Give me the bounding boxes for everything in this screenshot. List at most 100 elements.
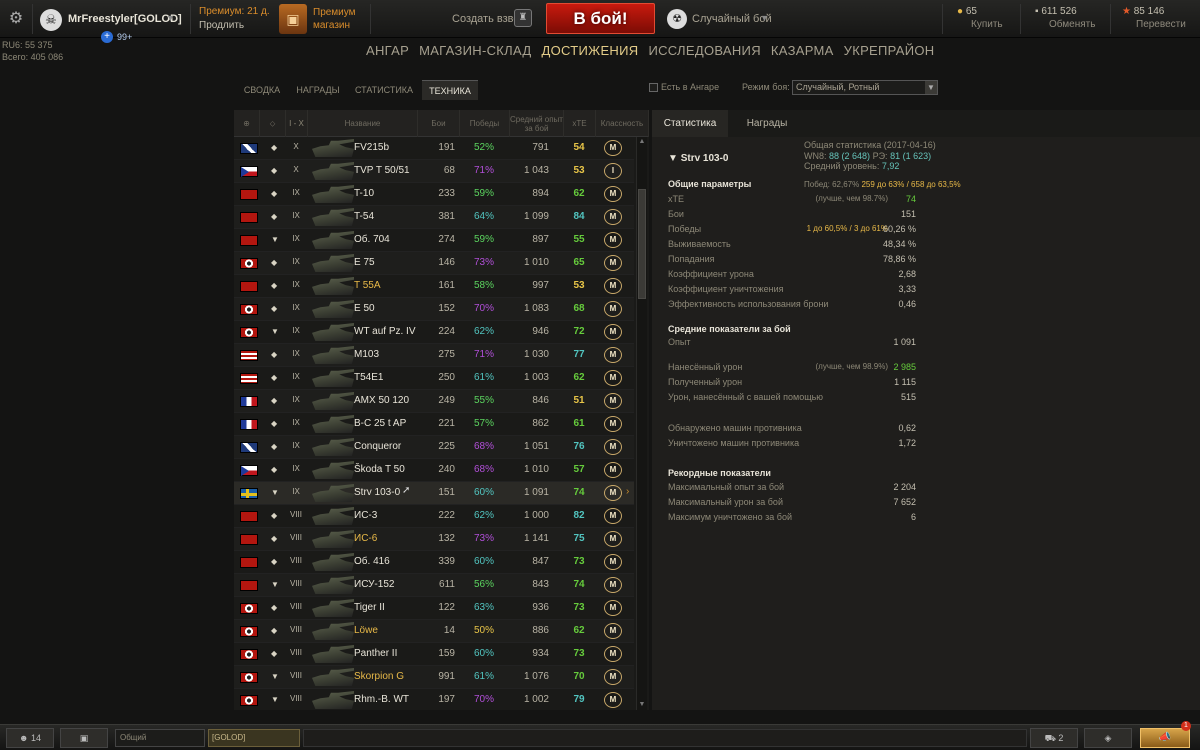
tier-cell: IX bbox=[292, 372, 300, 381]
scrollbar[interactable]: ▲ ▼ bbox=[636, 137, 647, 710]
stat-row: Коэффициент урона 2,68 bbox=[668, 269, 916, 283]
chat-input[interactable] bbox=[303, 729, 1027, 747]
battle-mode-icon[interactable]: ☢ bbox=[667, 9, 687, 29]
platoon-icon[interactable]: ♜ bbox=[514, 9, 532, 27]
contacts-button[interactable]: ▣ bbox=[60, 728, 108, 748]
table-row[interactable]: ▼ IX Об. 704 274 59% 897 55 M bbox=[234, 229, 634, 252]
scroll-up-icon[interactable]: ▲ bbox=[637, 137, 647, 147]
tank-name-cell: TVP T 50/51 bbox=[354, 165, 410, 176]
table-row[interactable]: ▼ IX WT auf Pz. IV 224 62% 946 72 M bbox=[234, 321, 634, 344]
friends-button[interactable]: ☻ 14 bbox=[6, 728, 54, 748]
table-row[interactable]: ◆ VIII ИС-3 222 62% 1 000 82 M bbox=[234, 505, 634, 528]
table-row[interactable]: ◆ IX T54E1 250 61% 1 003 62 M bbox=[234, 367, 634, 390]
tier-cell: IX bbox=[292, 441, 300, 450]
credits-block[interactable]: ▪ 611 526 Обменять bbox=[1035, 5, 1095, 31]
table-row[interactable]: ◆ IX AMX 50 120 249 55% 846 51 M bbox=[234, 390, 634, 413]
battle-button[interactable]: В бой! bbox=[546, 3, 655, 34]
class-sort-icon[interactable]: ⬦ bbox=[260, 110, 286, 137]
table-row[interactable]: ◆ VIII Panther II 159 60% 934 73 M bbox=[234, 643, 634, 666]
table-row[interactable]: ◆ VIII Об. 416 339 60% 847 73 M bbox=[234, 551, 634, 574]
player-name[interactable]: MrFreestyler[GOLOD] bbox=[68, 13, 182, 25]
table-row[interactable]: ◆ VIII Tiger II 122 63% 936 73 M bbox=[234, 597, 634, 620]
table-row[interactable]: ◆ IX M103 275 71% 1 030 77 M bbox=[234, 344, 634, 367]
scroll-thumb[interactable] bbox=[638, 189, 646, 299]
table-row[interactable]: ◆ IX T 55A 161 58% 997 53 M bbox=[234, 275, 634, 298]
tab-detail-awards[interactable]: Награды bbox=[732, 110, 802, 137]
table-row[interactable]: ◆ VIII Löwe 14 50% 886 62 M bbox=[234, 620, 634, 643]
stat-label: Максимальный опыт за бой bbox=[668, 482, 785, 492]
buy-gold-link[interactable]: Купить bbox=[957, 18, 1003, 31]
chevron-down-icon[interactable]: ▼ bbox=[760, 13, 769, 23]
chevron-down-icon[interactable]: ▼ bbox=[166, 13, 175, 23]
table-row[interactable]: ◆ IX E 75 146 73% 1 010 65 M bbox=[234, 252, 634, 275]
tab-summary[interactable]: СВОДКА bbox=[236, 80, 288, 100]
table-row[interactable]: ◆ IX E 50 152 70% 1 083 68 M bbox=[234, 298, 634, 321]
table-row[interactable]: ◆ VIII ИС-6 132 73% 1 141 75 M bbox=[234, 528, 634, 551]
table-row[interactable]: ◆ X FV215b 191 52% 791 54 M bbox=[234, 137, 634, 160]
table-row[interactable]: ◆ IX T-54 381 64% 1 099 84 M bbox=[234, 206, 634, 229]
nav-item-0[interactable]: АНГАР bbox=[366, 43, 409, 58]
nation-sort-icon[interactable]: ⊕ bbox=[234, 110, 260, 137]
wins-header[interactable]: Победы bbox=[460, 110, 510, 137]
xte-cell: 62 bbox=[573, 372, 585, 383]
selected-tank-title[interactable]: ▼ Strv 103-0 bbox=[668, 153, 729, 164]
battles-header[interactable]: Бои bbox=[418, 110, 460, 137]
wins-cell: 61% bbox=[473, 372, 494, 383]
tab-statistics[interactable]: СТАТИСТИКА bbox=[350, 80, 418, 100]
table-row[interactable]: ◆ IX Škoda T 50 240 68% 1 010 57 M bbox=[234, 459, 634, 482]
mastery-header[interactable]: Классность bbox=[596, 110, 649, 137]
nav-item-5[interactable]: УКРЕПРАЙОН bbox=[844, 43, 935, 58]
avg-xp-header[interactable]: Средний опыт за бой bbox=[510, 110, 564, 137]
xte-header[interactable]: xTE bbox=[564, 110, 596, 137]
premium-shop-icon[interactable]: ▣ bbox=[279, 4, 307, 34]
channels-button[interactable]: ◈ bbox=[1084, 728, 1132, 748]
nav-item-4[interactable]: КАЗАРМА bbox=[771, 43, 834, 58]
flag-ussr-icon bbox=[240, 511, 258, 522]
table-row[interactable]: ▼ IX Strv 103-0 151 60% 1 091 74 M › ➚ bbox=[234, 482, 634, 505]
table-row[interactable]: ◆ X TVP T 50/51 68 71% 1 043 53 I bbox=[234, 160, 634, 183]
in-hangar-checkbox[interactable] bbox=[649, 83, 658, 92]
tab-awards[interactable]: НАГРАДЫ bbox=[292, 80, 344, 100]
table-row[interactable]: ◆ IX B-C 25 t AP 221 57% 862 61 M bbox=[234, 413, 634, 436]
premium-shop-label[interactable]: Премиум магазин bbox=[313, 6, 356, 32]
nav-item-2[interactable]: ДОСТИЖЕНИЯ bbox=[542, 43, 639, 58]
tank-image bbox=[312, 254, 354, 272]
table-row[interactable]: ◆ IX T-10 233 59% 894 62 M bbox=[234, 183, 634, 206]
battles-cell: 159 bbox=[438, 648, 455, 659]
section-general-title: Общие параметры bbox=[668, 179, 752, 189]
wins-summary-extra: 259 до 63% / 658 до 63,5% bbox=[861, 180, 961, 189]
in-hangar-label[interactable]: Есть в Ангаре bbox=[661, 82, 719, 92]
nav-item-3[interactable]: ИССЛЕДОВАНИЯ bbox=[648, 43, 760, 58]
tab-detail-statistics[interactable]: Статистика bbox=[652, 110, 728, 137]
tier-cell: X bbox=[293, 142, 299, 151]
squad-button[interactable]: ⛟ 2 bbox=[1030, 728, 1078, 748]
gold-block[interactable]: ● 65 Купить bbox=[957, 5, 1003, 31]
tier-cell: X bbox=[293, 165, 299, 174]
battle-mode-select[interactable]: Случайный, Ротный ▼ bbox=[792, 80, 938, 95]
tab-vehicles[interactable]: ТЕХНИКА bbox=[422, 80, 478, 100]
convert-link[interactable]: Перевести bbox=[1122, 18, 1186, 31]
tier-cell: VIII bbox=[289, 510, 302, 519]
table-row[interactable]: ▼ VIII Rhm.-B. WT 197 70% 1 002 79 M bbox=[234, 689, 634, 710]
extend-premium-link[interactable]: Продлить bbox=[199, 20, 244, 31]
chevron-down-icon[interactable]: ▼ bbox=[925, 81, 937, 94]
flag-france-icon bbox=[240, 419, 258, 430]
chat-channel-general[interactable]: Общий bbox=[115, 729, 205, 747]
diamond-icon: ◈ bbox=[1104, 733, 1112, 743]
exchange-link[interactable]: Обменять bbox=[1035, 18, 1095, 31]
chevron-right-icon: › bbox=[626, 486, 630, 497]
table-row[interactable]: ▼ VIII ИСУ-152 611 56% 843 74 M bbox=[234, 574, 634, 597]
stat-label: Попадания bbox=[668, 254, 715, 264]
wins-cell: 52% bbox=[473, 142, 494, 153]
name-header[interactable]: Название bbox=[308, 110, 418, 137]
tier-sort-header[interactable]: I - X bbox=[286, 110, 308, 137]
notifications-button[interactable]: 📣 bbox=[1140, 728, 1190, 748]
scroll-down-icon[interactable]: ▼ bbox=[637, 700, 647, 710]
chat-channel-clan[interactable]: [GOLOD] bbox=[208, 729, 300, 747]
gear-icon[interactable]: ⚙ bbox=[6, 9, 26, 29]
nav-item-1[interactable]: МАГАЗИН-СКЛАД bbox=[419, 43, 531, 58]
table-row[interactable]: ◆ IX Conqueror 225 68% 1 051 76 M bbox=[234, 436, 634, 459]
freexp-block[interactable]: ★ 85 146 Перевести bbox=[1122, 5, 1186, 31]
battles-cell: 221 bbox=[438, 418, 455, 429]
table-row[interactable]: ▼ VIII Skorpion G 991 61% 1 076 70 M bbox=[234, 666, 634, 689]
